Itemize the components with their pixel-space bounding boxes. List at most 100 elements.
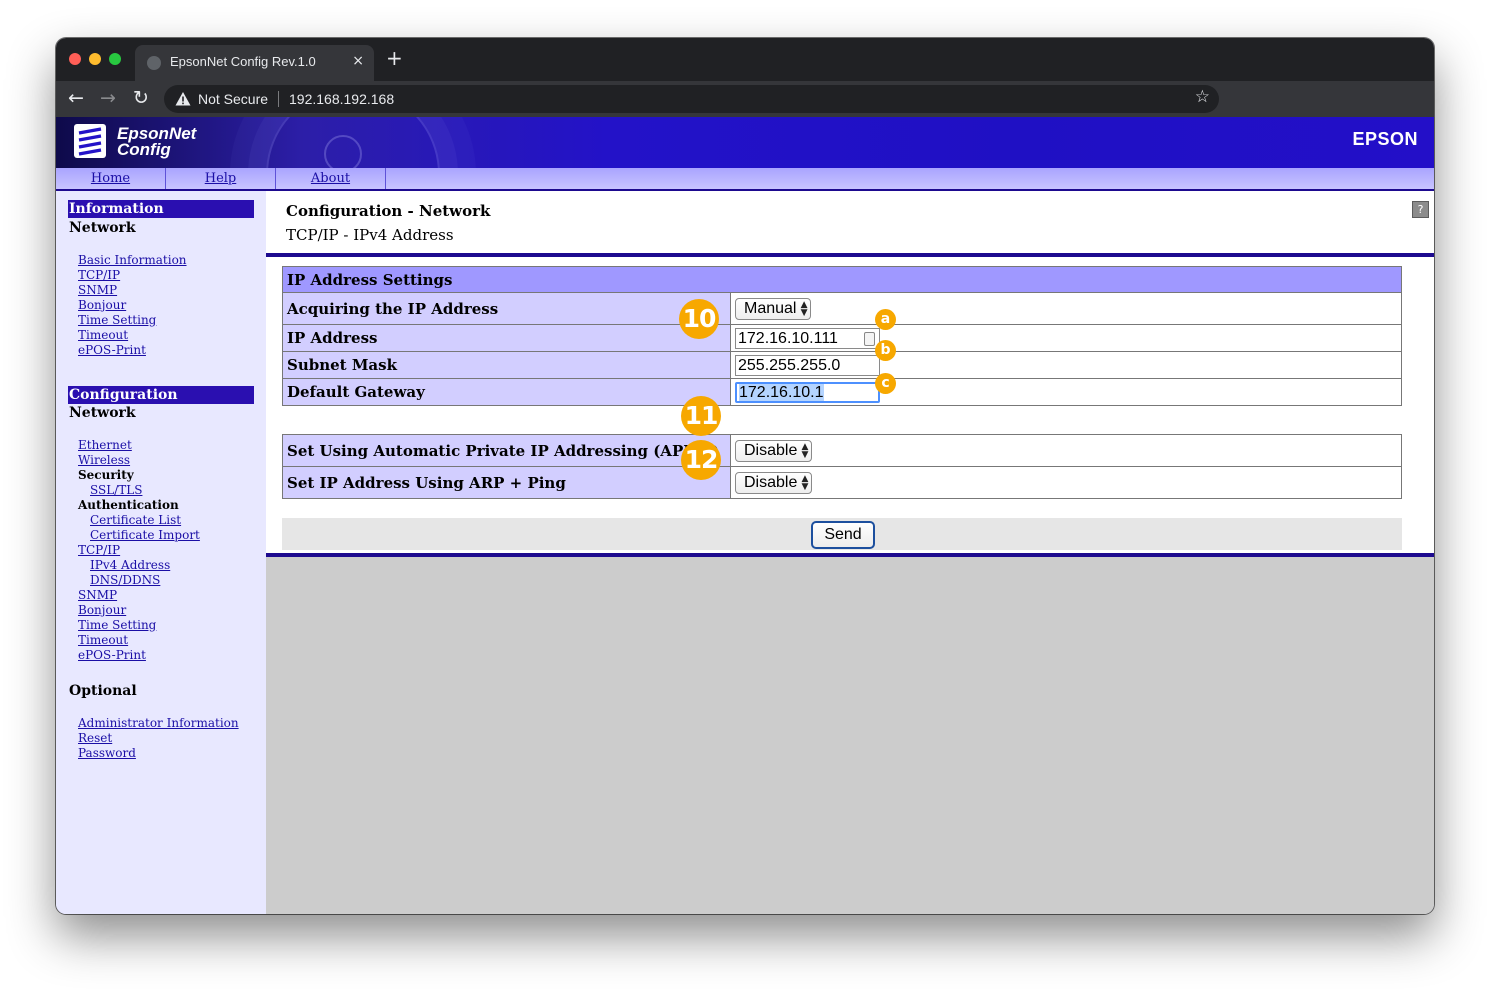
header-banner: EpsonNet Config EPSON (56, 117, 1434, 168)
default-gateway-input[interactable]: 172.16.10.1 (735, 381, 880, 403)
sidebar-link-certificate-list[interactable]: Certificate List (90, 513, 181, 527)
arp-ping-select-value: Disable (744, 473, 798, 491)
sidebar-link-wireless[interactable]: Wireless (78, 453, 130, 467)
about-link[interactable]: About (311, 171, 350, 186)
minimize-window-button[interactable] (89, 53, 101, 65)
subnet-mask-input[interactable]: 255.255.255.0 (735, 354, 880, 376)
sidebar-link-config-timeout[interactable]: Timeout (78, 633, 128, 647)
sidebar-label-security: Security (78, 468, 134, 482)
optional-heading: Optional (69, 683, 137, 699)
sidebar-link-password[interactable]: Password (78, 746, 136, 760)
ip-settings-table: IP Address Settings Acquiring the IP Add… (282, 266, 1402, 406)
sidebar-link-config-tcpip[interactable]: TCP/IP (78, 543, 120, 557)
default-gateway-cell: 172.16.10.1 (730, 378, 1402, 406)
menu-item-about: About (276, 168, 386, 189)
table-row: Subnet Mask 255.255.255.0 (282, 351, 1402, 379)
sidebar-link-snmp[interactable]: SNMP (78, 283, 117, 297)
compass-center-decoration (324, 135, 362, 168)
sidebar-link-certificate-import[interactable]: Certificate Import (90, 528, 200, 542)
section-header-row: IP Address Settings (282, 266, 1402, 293)
bottom-rule (266, 553, 1434, 557)
send-bar: Send (282, 518, 1402, 550)
logo-text: EpsonNet Config (117, 125, 196, 158)
ip-address-input[interactable]: 172.16.10.111 (735, 327, 880, 349)
help-icon[interactable]: ? (1412, 201, 1429, 218)
sidebar-link-administrator-information[interactable]: Administrator Information (78, 716, 239, 730)
callout-a: a (875, 309, 896, 330)
address-bar[interactable]: Not Secure 192.168.192.168 ☆ (164, 85, 1219, 113)
apipa-cell: Disable ▲ ▼ (730, 434, 1402, 467)
ip-options-table: Set Using Automatic Private IP Addressin… (282, 434, 1402, 499)
browser-toolbar: ← → ↻ Not Secure 192.168.192.168 ☆ (56, 81, 1434, 117)
web-page: EpsonNet Config EPSON Home Help About In… (56, 117, 1434, 914)
sidebar: Information Network Basic Information TC… (56, 191, 266, 914)
subnet-mask-value: 255.255.255.0 (738, 356, 841, 374)
sidebar-link-dns-ddns[interactable]: DNS/DDNS (90, 573, 160, 587)
new-tab-button[interactable]: + (386, 48, 403, 68)
autofill-key-icon[interactable] (864, 331, 875, 346)
tab-bar: EpsonNet Config Rev.1.0 × + (56, 38, 1434, 81)
main-content: Configuration - Network TCP/IP - IPv4 Ad… (266, 191, 1434, 914)
callout-b: b (875, 340, 896, 361)
information-heading: Information (68, 200, 254, 218)
sidebar-link-ssl-tls[interactable]: SSL/TLS (90, 483, 142, 497)
acquire-select-value: Manual (744, 299, 797, 317)
sidebar-link-bonjour[interactable]: Bonjour (78, 298, 126, 312)
ip-address-cell: 172.16.10.111 (730, 324, 1402, 352)
sidebar-link-config-bonjour[interactable]: Bonjour (78, 603, 126, 617)
apipa-select[interactable]: Disable ▲ ▼ (735, 439, 813, 462)
security-label[interactable]: Not Secure (198, 91, 268, 107)
arp-ping-cell: Disable ▲ ▼ (730, 466, 1402, 499)
default-gateway-value: 172.16.10.1 (739, 383, 824, 401)
back-button[interactable]: ← (68, 87, 84, 109)
sidebar-link-ethernet[interactable]: Ethernet (78, 438, 132, 452)
sidebar-link-basic-information[interactable]: Basic Information (78, 253, 187, 267)
select-arrows-icon: ▲ ▼ (801, 473, 809, 492)
menu-item-home: Home (56, 168, 166, 189)
omnibox-divider (278, 91, 279, 107)
table-row: IP Address 172.16.10.111 (282, 324, 1402, 352)
tab-title: EpsonNet Config Rev.1.0 (170, 54, 316, 69)
forward-button[interactable]: → (100, 87, 116, 109)
sidebar-link-time-setting[interactable]: Time Setting (78, 313, 156, 327)
apipa-label: Set Using Automatic Private IP Addressin… (282, 434, 731, 467)
sidebar-link-reset[interactable]: Reset (78, 731, 112, 745)
help-link[interactable]: Help (205, 171, 237, 186)
close-window-button[interactable] (69, 53, 81, 65)
ip-address-label: IP Address (282, 324, 731, 352)
sidebar-link-epos-print[interactable]: ePOS-Print (78, 343, 146, 357)
sidebar-link-config-epos-print[interactable]: ePOS-Print (78, 648, 146, 662)
acquire-label: Acquiring the IP Address (282, 292, 731, 325)
default-gateway-label: Default Gateway (282, 378, 731, 406)
ip-address-value: 172.16.10.111 (738, 329, 838, 347)
information-network-label: Network (69, 220, 136, 236)
acquire-select[interactable]: Manual ▲ ▼ (735, 297, 812, 320)
maximize-window-button[interactable] (109, 53, 121, 65)
sidebar-label-authentication: Authentication (78, 498, 179, 512)
send-button[interactable]: Send (811, 521, 875, 549)
close-tab-icon[interactable]: × (352, 53, 364, 69)
select-arrows-icon: ▲ ▼ (801, 441, 809, 460)
callout-c: c (875, 373, 896, 394)
epsonnet-logo-icon (74, 124, 106, 158)
sidebar-link-config-snmp[interactable]: SNMP (78, 588, 117, 602)
section-header: IP Address Settings (282, 266, 1402, 293)
menu-item-help: Help (166, 168, 276, 189)
table-row: Acquiring the IP Address Manual ▲ ▼ (282, 292, 1402, 325)
sidebar-link-timeout[interactable]: Timeout (78, 328, 128, 342)
sidebar-link-ipv4-address[interactable]: IPv4 Address (90, 558, 170, 572)
home-link[interactable]: Home (91, 171, 130, 186)
callout-12: 12 (681, 440, 721, 480)
arp-ping-select[interactable]: Disable ▲ ▼ (735, 471, 813, 494)
callout-10: 10 (679, 299, 719, 339)
page-title: Configuration - Network (286, 202, 491, 220)
configuration-heading: Configuration (68, 386, 254, 404)
bookmark-star-icon[interactable]: ☆ (1195, 87, 1210, 107)
reload-button[interactable]: ↻ (133, 87, 149, 109)
top-rule (266, 253, 1434, 257)
sidebar-link-tcpip[interactable]: TCP/IP (78, 268, 120, 282)
url-text[interactable]: 192.168.192.168 (289, 91, 394, 107)
browser-tab[interactable]: EpsonNet Config Rev.1.0 × (135, 45, 374, 81)
sidebar-link-config-time-setting[interactable]: Time Setting (78, 618, 156, 632)
subnet-mask-label: Subnet Mask (282, 351, 731, 379)
